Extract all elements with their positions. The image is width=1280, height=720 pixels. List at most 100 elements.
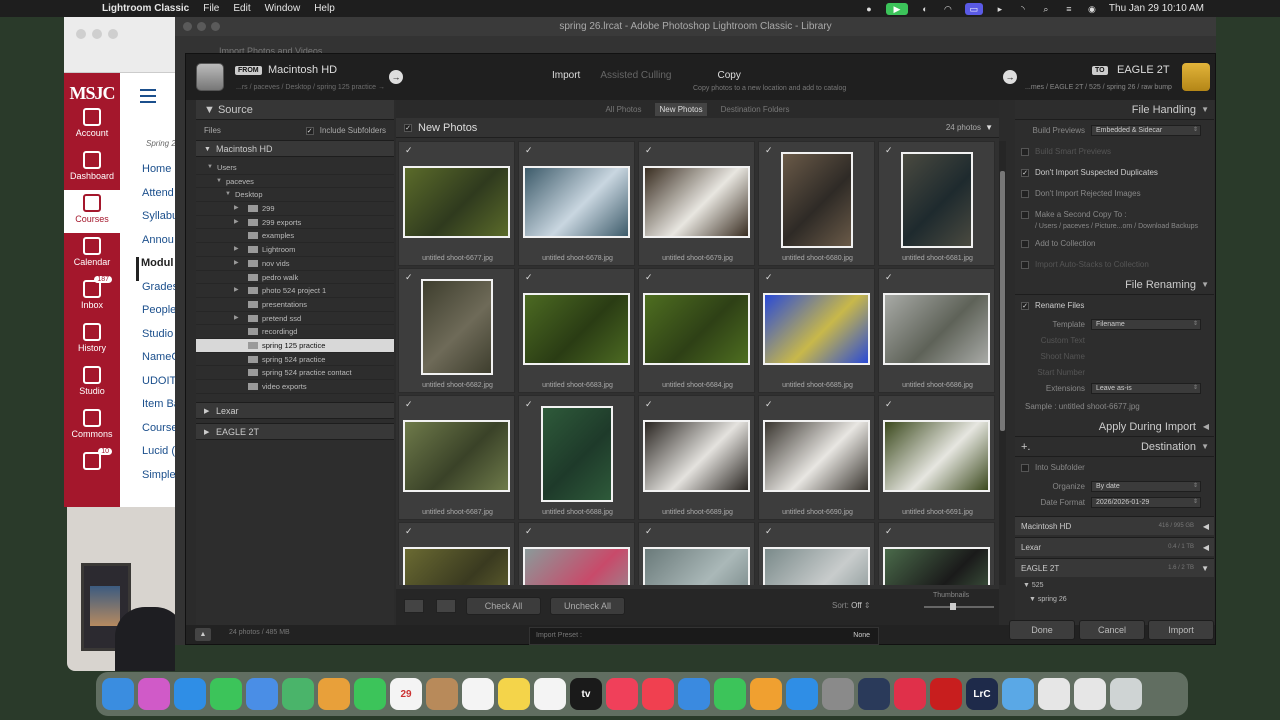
photo-thumbnail[interactable] [781, 152, 853, 248]
volume-lexar[interactable]: ▶ Lexar [196, 401, 394, 419]
disclosure-open-icon[interactable]: ▼ [207, 161, 213, 175]
menu-file[interactable]: File [203, 3, 219, 14]
destination-disk-icon[interactable] [1182, 63, 1210, 91]
photo-checkbox[interactable]: ✓ [885, 526, 893, 537]
dest-folder-525[interactable]: ▼ 525 [1015, 579, 1214, 593]
photo-cell[interactable]: ✓ [758, 522, 875, 585]
course-nav-link[interactable]: Modul [136, 257, 178, 281]
volume-macintosh-hd[interactable]: ▼ Macintosh HD [196, 140, 394, 157]
volume-eagle-2t[interactable]: ▶ EAGLE 2T [196, 422, 394, 440]
freeform-icon[interactable] [534, 678, 566, 710]
photo-checkbox[interactable]: ✓ [765, 272, 773, 283]
destination-name[interactable]: EAGLE 2T [1117, 64, 1170, 76]
photo-checkbox[interactable]: ✓ [765, 399, 773, 410]
photo-thumbnail[interactable] [403, 166, 510, 238]
photo-cell[interactable]: ✓ untitled shoot-6679.jpg [638, 141, 755, 266]
global-nav-item-0[interactable]: Account [64, 104, 120, 147]
photo-thumbnail[interactable] [421, 279, 493, 375]
photo-cell[interactable]: ✓ untitled shoot-6681.jpg [878, 141, 995, 266]
lightroom-classic-icon[interactable]: LrC [966, 678, 998, 710]
facetime-status-icon[interactable]: ▶ [885, 2, 908, 15]
photo-cell[interactable]: ✓ [878, 522, 995, 585]
destination-arrow-icon[interactable]: → [1003, 70, 1017, 84]
photo-thumbnail[interactable] [883, 293, 990, 365]
photo-cell[interactable]: ✓ untitled shoot-6689.jpg [638, 395, 755, 520]
grid-menu-icon[interactable]: ▼ [985, 123, 993, 132]
pages-icon[interactable] [750, 678, 782, 710]
folder-tree-item[interactable]: ▼ paceves [196, 175, 394, 189]
folder-tree-item[interactable]: spring 524 practice [196, 353, 394, 367]
loupe-view-icon[interactable] [436, 599, 456, 613]
folder-tree-item[interactable]: ▶ nov vids [196, 257, 394, 271]
disclosure-closed-icon[interactable]: ▶ [234, 284, 239, 298]
volume-disclosure-icon[interactable]: ▼ [1201, 559, 1209, 578]
dest-folder-spring-26[interactable]: ▼ spring 26 [1015, 593, 1214, 607]
photo-checkbox[interactable]: ✓ [645, 526, 653, 537]
thumbnail-size-slider[interactable] [924, 603, 994, 610]
photo-thumbnail[interactable] [883, 420, 990, 492]
reminders-icon[interactable] [462, 678, 494, 710]
folder-tree-item[interactable]: pedro walk [196, 271, 394, 285]
photo-checkbox[interactable]: ✓ [885, 272, 893, 283]
app-store-icon[interactable] [786, 678, 818, 710]
control-center-icon[interactable]: ≡ [1063, 3, 1075, 15]
global-nav-item-7[interactable]: Commons [64, 405, 120, 448]
photo-checkbox[interactable]: ✓ [765, 145, 773, 156]
destination-volume[interactable]: Lexar 0.4 / 1 TB ◀ [1015, 537, 1214, 556]
photo-thumbnail[interactable] [643, 420, 750, 492]
collapse-icon[interactable]: ▲ [195, 628, 211, 641]
global-nav-item-1[interactable]: Dashboard [64, 147, 120, 190]
rename-files-checkbox[interactable]: ✓ Rename Files [1015, 295, 1214, 316]
volume-disclosure-icon[interactable]: ◀ [1203, 517, 1209, 536]
photo-cell[interactable]: ✓ untitled shoot-6682.jpg [398, 268, 515, 393]
numbers-icon[interactable] [714, 678, 746, 710]
photo-thumbnail[interactable] [763, 547, 870, 585]
news-icon[interactable] [642, 678, 674, 710]
photo-cell[interactable]: ✓ [518, 522, 635, 585]
finder-icon[interactable] [102, 678, 134, 710]
global-nav-item-8[interactable]: 10 [64, 448, 120, 491]
tv-icon[interactable]: tv [570, 678, 602, 710]
quicktime-icon[interactable] [858, 678, 890, 710]
maps-icon[interactable] [282, 678, 314, 710]
folder-tree-item[interactable]: ▶ 299 exports [196, 216, 394, 230]
folder-tree-item[interactable]: presentations [196, 298, 394, 312]
hamburger-icon[interactable] [140, 89, 156, 107]
global-nav-item-2[interactable]: Courses [64, 190, 120, 233]
photo-cell[interactable]: ✓ untitled shoot-6686.jpg [878, 268, 995, 393]
launchpad-icon[interactable] [138, 678, 170, 710]
wifi-icon[interactable]: ◝ [1017, 3, 1029, 15]
lr-zoom-button[interactable] [211, 22, 220, 31]
photo-checkbox[interactable]: ✓ [645, 145, 653, 156]
disclosure-closed-icon[interactable]: ▶ [234, 243, 239, 257]
template-select[interactable]: Filename [1091, 318, 1201, 330]
menu-app-name[interactable]: Lightroom Classic [102, 3, 189, 14]
done-button[interactable]: Done [1009, 620, 1075, 640]
photo-checkbox[interactable]: ✓ [405, 272, 413, 283]
window-close-button[interactable] [76, 29, 86, 39]
photo-thumbnail[interactable] [763, 420, 870, 492]
photo-checkbox[interactable]: ✓ [525, 272, 533, 283]
settings-icon[interactable] [822, 678, 854, 710]
disclosure-closed-icon[interactable]: ▶ [234, 312, 239, 326]
photos-icon[interactable] [318, 678, 350, 710]
window-zoom-button[interactable] [108, 29, 118, 39]
disclosure-open-icon[interactable]: ▼ [225, 188, 231, 202]
photo-thumbnail[interactable] [643, 547, 750, 585]
volume-disclosure-icon[interactable]: ◀ [1203, 538, 1209, 557]
destination-volume[interactable]: EAGLE 2T 1.6 / 2 TB ▼ [1015, 558, 1214, 577]
folder-tree-item[interactable]: ▼ Users [196, 161, 394, 175]
photo-thumbnail[interactable] [403, 420, 510, 492]
screen-mirror-icon[interactable]: ▭ [964, 2, 983, 15]
photo-checkbox[interactable]: ✓ [885, 399, 893, 410]
music-icon[interactable] [606, 678, 638, 710]
folder-tree-item[interactable]: ▶ Lightroom [196, 243, 394, 257]
photo-thumbnail[interactable] [901, 152, 973, 248]
window-minimize-button[interactable] [92, 29, 102, 39]
mail-icon[interactable] [246, 678, 278, 710]
sort-control[interactable]: Sort: Off ⇕ [832, 601, 871, 610]
calendar-icon[interactable]: 29 [390, 678, 422, 710]
destination-volume[interactable]: Macintosh HD 416 / 995 GB ◀ [1015, 516, 1214, 535]
photo-thumbnail[interactable] [523, 293, 630, 365]
apply-during-import-header[interactable]: Apply During Import ◀ [1015, 417, 1214, 437]
